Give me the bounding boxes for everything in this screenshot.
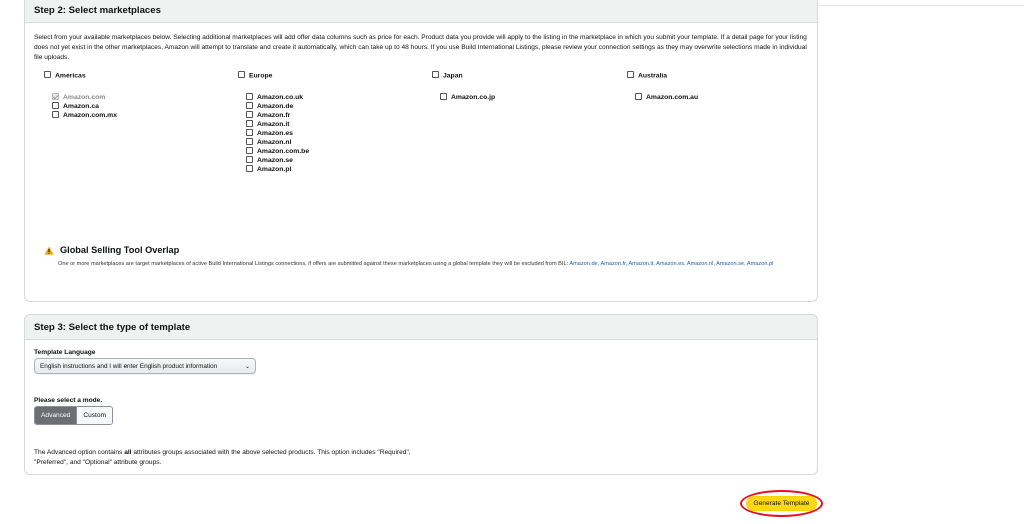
amazon-nl-checkbox[interactable] [246, 137, 253, 145]
region-row: Americas Europe Japan Australia [44, 71, 804, 82]
marketplace-amazon-com-be[interactable]: Amazon.com.be [246, 146, 310, 155]
marketplace-amazon-nl[interactable]: Amazon.nl [246, 137, 292, 146]
marketplace-amazon-com: Amazon.com [52, 92, 106, 101]
note-prefix: The Advanced option contains [34, 449, 125, 456]
amazon-es-checkbox[interactable] [246, 128, 253, 136]
template-language-value: English instructions and I will enter En… [40, 362, 218, 370]
marketplace-amazon-de[interactable]: Amazon.de [246, 101, 294, 110]
region-label: Japan [443, 72, 463, 80]
note-bold: all [124, 449, 132, 456]
region-japan-checkbox[interactable] [432, 71, 439, 78]
marketplace-label: Amazon.it [257, 121, 290, 128]
region-europe[interactable]: Europe [238, 71, 273, 80]
amazon-fr-checkbox[interactable] [246, 110, 253, 118]
chevron-down-icon: ⌄ [244, 363, 250, 370]
amazon-com-be-checkbox[interactable] [246, 146, 253, 154]
marketplace-label: Amazon.nl [257, 139, 292, 146]
step2-description: Select from your available marketplaces … [34, 34, 807, 61]
amazon-se-checkbox[interactable] [246, 155, 253, 163]
region-label: Americas [55, 72, 86, 80]
amazon-com-checkbox [52, 92, 59, 100]
warning-title: Global Selling Tool Overlap [60, 245, 180, 255]
marketplace-amazon-co-uk[interactable]: Amazon.co.uk [246, 92, 304, 101]
region-americas-checkbox[interactable] [44, 71, 51, 78]
marketplace-label: Amazon.fr [257, 112, 291, 119]
marketplace-label: Amazon.com [63, 94, 106, 101]
marketplace-amazon-com-au[interactable]: Amazon.com.au [635, 92, 699, 101]
marketplace-amazon-ca[interactable]: Amazon.ca [52, 101, 99, 110]
warning-body: One or more marketplaces are target mark… [58, 261, 570, 267]
japan-marketplaces: Amazon.co.jp [440, 92, 496, 102]
marketplace-amazon-com-mx[interactable]: Amazon.com.mx [52, 110, 118, 119]
region-australia-checkbox[interactable] [627, 71, 634, 78]
generate-template-button[interactable]: Generate Template [746, 496, 817, 511]
amazon-de-checkbox[interactable] [246, 101, 253, 109]
mode-custom-button[interactable]: Custom [76, 407, 113, 424]
template-language-select[interactable]: English instructions and I will enter En… [34, 358, 256, 374]
marketplace-label: Amazon.pl [257, 166, 292, 173]
marketplace-amazon-se[interactable]: Amazon.se [246, 155, 293, 164]
marketplace-amazon-es[interactable]: Amazon.es [246, 128, 293, 137]
mode-description: The Advanced option contains all attribu… [34, 448, 414, 468]
europe-marketplaces: Amazon.co.uk Amazon.de Amazon.fr Amazon.… [246, 92, 310, 174]
mode-label: Please select a mode. [34, 397, 103, 404]
region-americas[interactable]: Americas [44, 71, 86, 80]
amazon-co-uk-checkbox[interactable] [246, 92, 253, 100]
top-divider [818, 5, 1024, 6]
amazon-co-jp-checkbox[interactable] [440, 92, 447, 100]
template-language-label: Template Language [34, 349, 96, 356]
amazon-com-au-checkbox[interactable] [635, 92, 642, 100]
australia-marketplaces: Amazon.com.au [635, 92, 699, 102]
region-europe-checkbox[interactable] [238, 71, 245, 78]
region-label: Australia [638, 72, 668, 80]
marketplace-amazon-co-jp[interactable]: Amazon.co.jp [440, 92, 496, 101]
step3-panel: Step 3: Select the type of template Temp… [24, 314, 818, 475]
amazon-it-checkbox[interactable] [246, 119, 253, 127]
marketplace-amazon-pl[interactable]: Amazon.pl [246, 164, 292, 173]
warning-marketplace-links[interactable]: Amazon.de, Amazon.fr, Amazon.it, Amazon.… [569, 261, 773, 267]
marketplace-label: Amazon.co.jp [451, 94, 496, 101]
warning-icon [44, 246, 54, 255]
step2-title: Step 2: Select marketplaces [25, 0, 817, 23]
region-australia[interactable]: Australia [627, 71, 668, 80]
americas-marketplaces: Amazon.com Amazon.ca Amazon.com.mx [52, 92, 118, 120]
marketplace-amazon-fr[interactable]: Amazon.fr [246, 110, 291, 119]
marketplace-label: Amazon.com.be [257, 148, 310, 155]
mode-toggle: Advanced Custom [34, 406, 114, 425]
amazon-com-mx-checkbox[interactable] [52, 110, 59, 118]
amazon-pl-checkbox[interactable] [246, 164, 253, 172]
marketplace-label: Amazon.se [257, 157, 293, 164]
marketplace-label: Amazon.com.mx [63, 112, 118, 119]
marketplace-label: Amazon.ca [63, 103, 99, 110]
step2-panel: Step 2: Select marketplaces Select from … [24, 0, 818, 302]
marketplace-label: Amazon.com.au [646, 94, 699, 101]
amazon-ca-checkbox[interactable] [52, 101, 59, 109]
global-selling-warning: Global Selling Tool Overlap One or more … [44, 245, 804, 269]
mode-advanced-button[interactable]: Advanced [35, 407, 77, 424]
marketplace-label: Amazon.es [257, 130, 293, 137]
region-label: Europe [249, 72, 273, 80]
marketplace-label: Amazon.co.uk [257, 94, 304, 101]
marketplace-amazon-it[interactable]: Amazon.it [246, 119, 290, 128]
marketplace-label: Amazon.de [257, 103, 294, 110]
step3-title: Step 3: Select the type of template [25, 315, 817, 340]
region-japan[interactable]: Japan [432, 71, 463, 80]
warning-text: One or more marketplaces are target mark… [44, 260, 804, 269]
